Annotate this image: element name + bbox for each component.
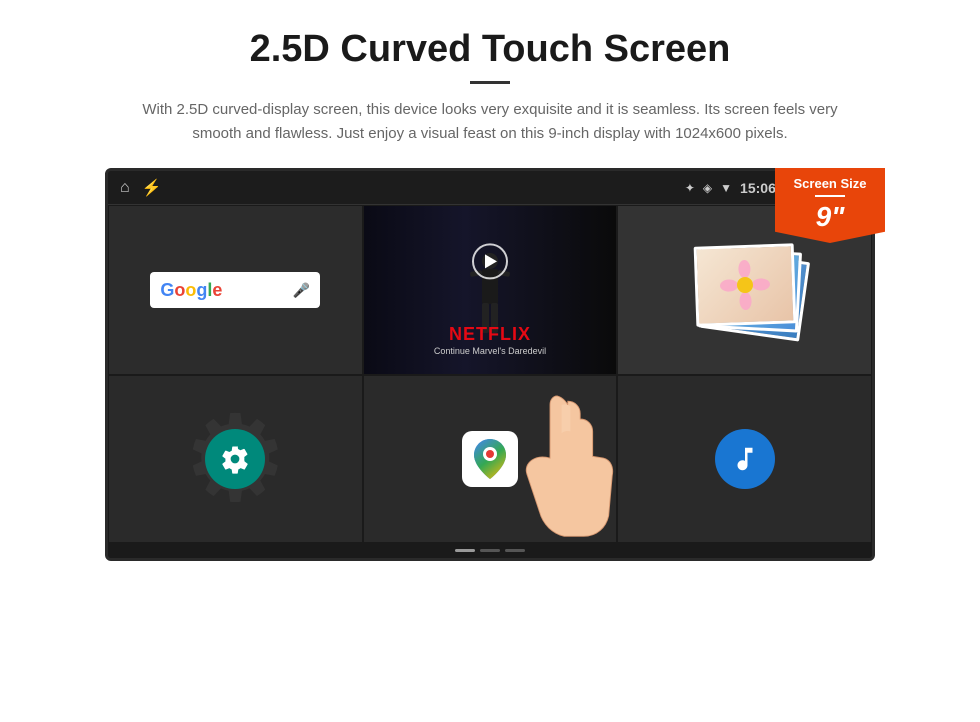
play-triangle — [485, 254, 497, 268]
settings-cell[interactable]: ⚙ Settings shortcut 1 × 1 — [108, 375, 363, 543]
screen-size-badge: Screen Size 9" — [775, 168, 885, 243]
settings-label-row: Settings shortcut 1 × 1 — [109, 542, 362, 543]
hand-overlay — [506, 387, 616, 542]
status-time: 15:06 — [740, 180, 776, 196]
sound-cell-content — [618, 376, 871, 542]
google-cell-content: Google 🎤 — [109, 206, 362, 374]
share-label-row: Share location 1 × 1 — [364, 542, 617, 543]
status-left: ⌂ ⚡ — [120, 178, 162, 198]
usb-icon: ⚡ — [142, 178, 162, 198]
status-bar: ⌂ ⚡ ✦ ◈ ▼ 15:06 ⊡ ◁) ✕ ▭ — [108, 171, 872, 205]
google-search-bar[interactable]: Google 🎤 — [150, 272, 320, 308]
title-divider — [470, 81, 510, 84]
music-note-svg — [730, 444, 760, 474]
scroll-dot-1 — [455, 549, 475, 552]
finger-svg — [506, 387, 616, 542]
netflix-cell[interactable]: NETFLIX Continue Marvel's Daredevil Netf… — [363, 205, 618, 375]
subtitle-text: With 2.5D curved-display screen, this de… — [130, 98, 850, 146]
settings-cell-content: ⚙ — [109, 376, 362, 542]
page-title: 2.5D Curved Touch Screen — [60, 28, 920, 71]
home-icon[interactable]: ⌂ — [120, 179, 130, 197]
scroll-indicator — [108, 543, 872, 558]
badge-label: Screen Size — [785, 176, 875, 191]
sound-label-row: Sound Search 1 × 1 — [618, 542, 871, 543]
netflix-text-block: NETFLIX Continue Marvel's Daredevil — [364, 324, 617, 356]
sound-icon-circle — [715, 429, 775, 489]
title-section: 2.5D Curved Touch Screen With 2.5D curve… — [60, 28, 920, 146]
badge-divider — [815, 195, 845, 197]
photo-card-front — [693, 243, 796, 326]
device-wrapper: Screen Size 9" ⌂ ⚡ ✦ ◈ ▼ 15:06 ⊡ ◁) ✕ — [105, 168, 875, 561]
google-cell[interactable]: Google 🎤 Google 3 × 1 — [108, 205, 363, 375]
device-frame: ⌂ ⚡ ✦ ◈ ▼ 15:06 ⊡ ◁) ✕ ▭ — [105, 168, 875, 561]
netflix-cell-content: NETFLIX Continue Marvel's Daredevil — [364, 206, 617, 374]
photo-stack — [685, 240, 805, 340]
settings-icon-circle — [205, 429, 265, 489]
bluetooth-icon: ✦ — [685, 181, 695, 195]
netflix-continue: Continue Marvel's Daredevil — [364, 346, 617, 356]
netflix-logo: NETFLIX — [364, 324, 617, 345]
play-button[interactable] — [472, 243, 508, 279]
badge-size: 9" — [816, 201, 845, 232]
mic-icon[interactable]: 🎤 — [293, 282, 310, 299]
share-cell-content — [364, 376, 617, 542]
location-icon: ◈ — [703, 181, 712, 195]
scroll-dot-3 — [505, 549, 525, 552]
gear-svg — [220, 444, 250, 474]
sound-search-cell[interactable]: Sound Search 1 × 1 — [617, 375, 872, 543]
wifi-icon: ▼ — [720, 181, 732, 195]
google-logo: Google — [160, 280, 222, 301]
app-grid: Google 🎤 Google 3 × 1 — [108, 205, 872, 543]
share-location-cell[interactable]: Share location 1 × 1 — [363, 375, 618, 543]
scroll-dot-2 — [480, 549, 500, 552]
